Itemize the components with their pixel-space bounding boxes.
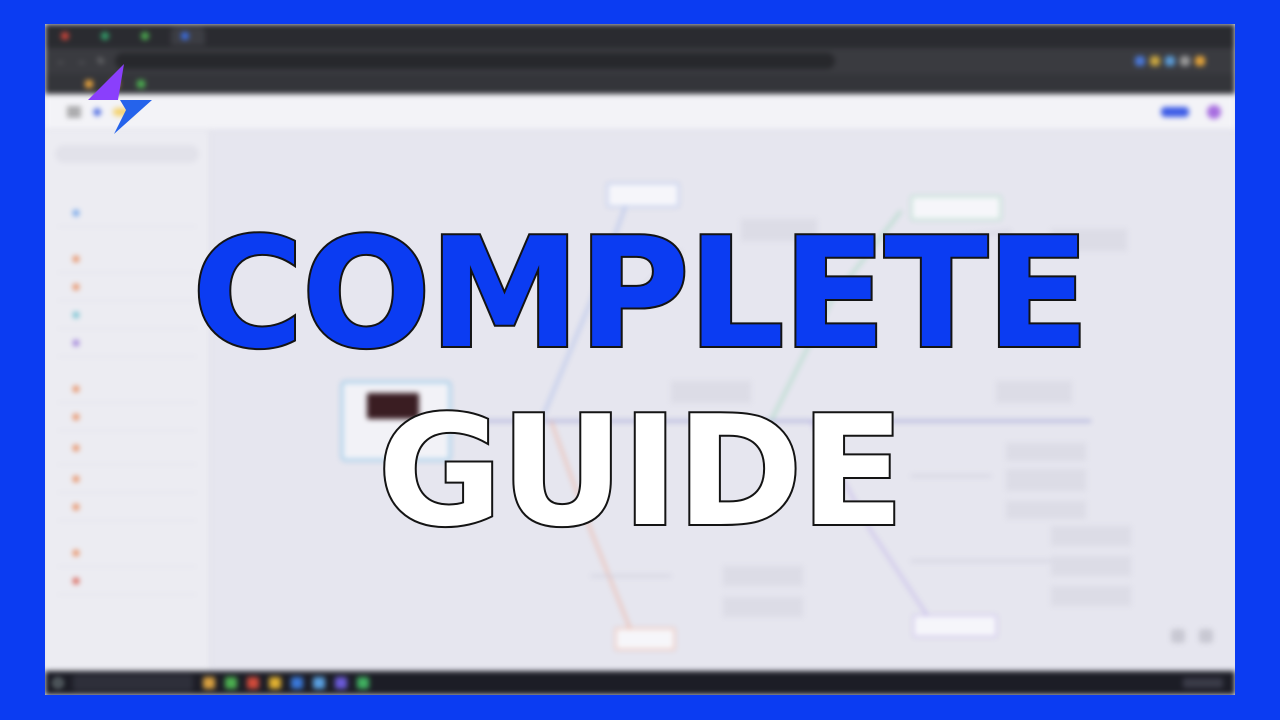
tab-favicon-icon — [101, 32, 109, 40]
taskbar-search-input[interactable] — [73, 675, 193, 691]
tab-favicon-icon — [181, 32, 189, 40]
extension-icon[interactable] — [1165, 56, 1175, 66]
mind-map-node[interactable] — [913, 615, 997, 637]
browser-tab[interactable] — [51, 27, 85, 45]
bookmarks-bar — [45, 74, 1235, 94]
avatar[interactable] — [1207, 104, 1221, 119]
taskbar-app-icon[interactable] — [225, 677, 237, 689]
tab-favicon-icon — [141, 32, 149, 40]
sidebar-item-icon — [73, 385, 79, 392]
sidebar-item-icon — [73, 577, 79, 584]
browser-tab[interactable] — [91, 27, 125, 45]
tab-favicon-icon — [61, 32, 69, 40]
browser-tab-active[interactable] — [171, 27, 205, 45]
lightning-bolt-icon — [88, 64, 152, 134]
back-icon[interactable]: ← — [55, 56, 67, 66]
sidebar-item[interactable] — [57, 567, 197, 595]
start-menu-icon[interactable] — [53, 678, 63, 688]
fit-view-icon[interactable] — [1171, 629, 1185, 643]
logo-upper-shard — [88, 64, 124, 100]
mind-map-leaf[interactable] — [723, 566, 803, 586]
url-input[interactable] — [115, 53, 835, 69]
extension-icon[interactable] — [1135, 56, 1145, 66]
browser-tab-bar — [45, 24, 1235, 48]
mind-map-leaf[interactable] — [1051, 586, 1131, 606]
mind-map-node[interactable] — [615, 628, 675, 650]
fullscreen-icon[interactable] — [1199, 629, 1213, 643]
mind-map-leaf[interactable] — [723, 597, 803, 617]
hamburger-menu-icon[interactable] — [67, 106, 81, 117]
extension-icon[interactable] — [1195, 56, 1205, 66]
browser-tab[interactable] — [131, 27, 165, 45]
browser-address-bar: ← → ↻ — [45, 48, 1235, 74]
taskbar-app-icon[interactable] — [269, 677, 281, 689]
taskbar-app-icon[interactable] — [291, 677, 303, 689]
app-header: ◆ — [45, 94, 1235, 130]
sidebar-heading — [45, 181, 209, 199]
extension-icon[interactable] — [1180, 56, 1190, 66]
mind-map-node[interactable] — [607, 183, 679, 207]
title-line-complete: COMPLETE — [190, 205, 1092, 382]
extension-icon[interactable] — [1150, 56, 1160, 66]
zoom-controls — [1157, 629, 1213, 643]
logo-lower-shard — [114, 100, 152, 134]
extension-icons — [1135, 56, 1205, 66]
sidebar-search-input[interactable] — [55, 145, 199, 163]
taskbar-app-icon[interactable] — [335, 677, 347, 689]
taskbar-app-icon[interactable] — [313, 677, 325, 689]
taskbar-app-icon[interactable] — [247, 677, 259, 689]
os-taskbar — [45, 671, 1235, 695]
share-button[interactable] — [1161, 106, 1189, 117]
taskbar-app-icon[interactable] — [203, 677, 215, 689]
taskbar-clock[interactable] — [1183, 678, 1223, 688]
header-actions — [1107, 104, 1221, 119]
title-line-guide: GUIDE — [376, 383, 907, 560]
mind-map-leaf[interactable] — [1051, 556, 1131, 576]
taskbar-app-icon[interactable] — [357, 677, 369, 689]
